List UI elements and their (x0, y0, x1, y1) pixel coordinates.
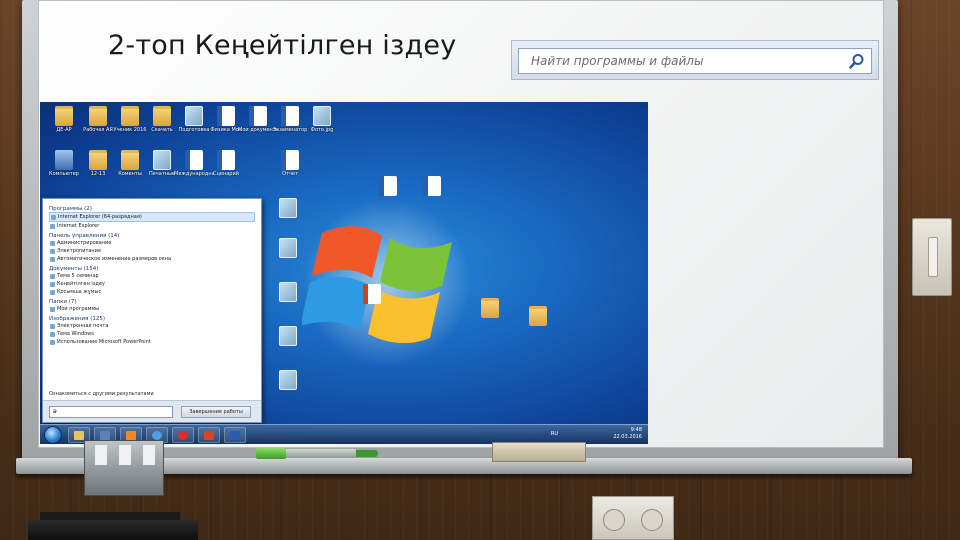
result-item[interactable]: Тема Windows (49, 330, 255, 338)
marker-tip (356, 450, 378, 457)
word-document-icon (281, 150, 299, 170)
desktop-icon[interactable] (470, 298, 510, 318)
start-search-field[interactable]: ә (49, 406, 173, 418)
desktop-icon[interactable] (352, 284, 392, 304)
image-file-icon (279, 282, 297, 302)
outlet-socket (641, 509, 663, 531)
result-item[interactable]: Администрирование (49, 239, 255, 247)
outlet-socket (603, 509, 625, 531)
search-box[interactable] (518, 48, 872, 74)
result-item[interactable]: Мои программы (49, 305, 255, 313)
result-item[interactable]: Электропитание (49, 247, 255, 255)
system-clock[interactable]: 9:48 22.03.2016 (613, 427, 642, 441)
result-item[interactable]: Тема 5 семинар (49, 272, 255, 280)
start-button[interactable] (44, 426, 62, 444)
word-document-icon (217, 106, 235, 126)
word-document-icon (185, 150, 203, 170)
language-indicator[interactable]: RU (551, 431, 558, 437)
search-panel-clip (511, 40, 879, 80)
word-document-icon (281, 106, 299, 126)
desktop-icon[interactable] (268, 238, 308, 258)
folder-icon (74, 431, 84, 440)
clock-date: 22.03.2016 (613, 434, 642, 440)
image-file-icon (279, 370, 297, 390)
board-clip (84, 440, 164, 496)
folder-icon (481, 298, 499, 318)
folder-icon (529, 306, 547, 326)
result-item[interactable]: Автоматическое изменение размеров окна (49, 255, 255, 263)
more-results-link[interactable]: Ознакомиться с другими результатами (49, 391, 154, 397)
computer-icon (55, 150, 73, 170)
desktop-icon[interactable]: Фото.jpg (302, 106, 342, 133)
desktop-icon[interactable] (268, 282, 308, 302)
result-item[interactable]: Қосымша жұмыс (49, 288, 255, 296)
search-icon[interactable] (849, 53, 865, 69)
windows-desktop-screenshot: ДЕ-АР Рабочая АЯ Ученик 2016 Скачать Под… (40, 102, 648, 444)
start-menu-bottom-bar: ә Завершение работы (43, 400, 261, 422)
clip-slot (119, 445, 131, 465)
result-item[interactable]: Internet Explorer (64-разрядная) (49, 212, 255, 222)
start-menu-results: Программы (2) Internet Explorer (64-разр… (43, 199, 261, 346)
word-document-icon (249, 106, 267, 126)
result-item[interactable]: Internet Explorer (49, 222, 255, 230)
start-menu: Программы (2) Internet Explorer (64-разр… (42, 198, 262, 423)
folder-icon (89, 106, 107, 126)
taskbar-powerpoint-button[interactable] (198, 427, 220, 443)
word-document-icon (217, 150, 235, 170)
clock-time: 9:48 (630, 427, 642, 433)
folder-icon (121, 106, 139, 126)
search-input[interactable] (519, 49, 839, 73)
light-switch (912, 218, 952, 296)
image-file-icon (185, 106, 203, 126)
switch-toggle (928, 237, 938, 277)
desktop-icon[interactable] (268, 326, 308, 346)
image-file-icon (313, 106, 331, 126)
media-player-icon (126, 431, 136, 440)
clip-slot (143, 445, 155, 465)
word-document-icon (423, 176, 441, 196)
green-marker (256, 447, 378, 459)
image-file-icon (279, 238, 297, 258)
media-icon (100, 431, 110, 440)
slide-title: 2-топ Кеңейтілген іздеу (108, 30, 457, 61)
image-file-icon (153, 150, 171, 170)
image-file-icon (279, 198, 297, 218)
shutdown-button[interactable]: Завершение работы (181, 406, 251, 418)
powerpoint-icon (204, 431, 214, 440)
desktop-icon[interactable]: Сценарий (206, 150, 246, 177)
folder-icon (55, 106, 73, 126)
clip-slot (95, 445, 107, 465)
marker-cap (256, 448, 286, 459)
board-eraser (492, 442, 586, 462)
desktop-icon[interactable] (368, 176, 408, 196)
desktop-icon[interactable] (268, 198, 308, 218)
folder-icon (121, 150, 139, 170)
result-item[interactable]: Кеңейтілген іздеу (49, 280, 255, 288)
taskbar-yandex-button[interactable] (172, 427, 194, 443)
internet-explorer-icon (152, 431, 162, 440)
word-icon (230, 431, 240, 440)
powerpoint-file-icon (363, 284, 381, 304)
result-item[interactable]: Электронная почта (49, 322, 255, 330)
windows-logo (302, 199, 471, 367)
desktop-icon[interactable]: Отчет (270, 150, 310, 177)
folder-icon (89, 150, 107, 170)
word-document-icon (379, 176, 397, 196)
taskbar-word-button[interactable] (224, 427, 246, 443)
book (28, 520, 198, 540)
wall-outlet (592, 496, 674, 540)
folder-icon (153, 106, 171, 126)
result-item[interactable]: Использование Microsoft PowerPoint (49, 338, 255, 346)
desktop-icon[interactable] (268, 370, 308, 390)
image-file-icon (279, 326, 297, 346)
desktop-icon[interactable] (518, 306, 558, 326)
desktop-icon[interactable] (412, 176, 452, 196)
yandex-icon (178, 431, 188, 440)
